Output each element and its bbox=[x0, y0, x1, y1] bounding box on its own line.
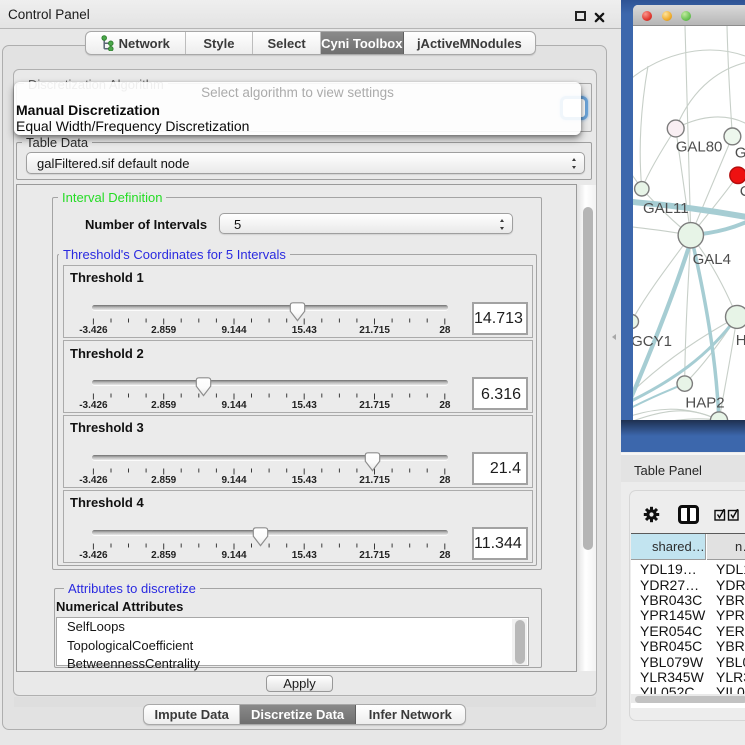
svg-text:GAL4: GAL4 bbox=[693, 251, 731, 268]
svg-text:HAP2: HAP2 bbox=[685, 395, 724, 412]
svg-text:C: C bbox=[740, 183, 745, 200]
svg-text:GAL80: GAL80 bbox=[676, 139, 723, 156]
svg-text:GA: GA bbox=[735, 145, 745, 162]
svg-text:GCY1: GCY1 bbox=[633, 333, 672, 350]
svg-text:GAL11: GAL11 bbox=[643, 200, 689, 217]
svg-text:H: H bbox=[736, 332, 745, 349]
